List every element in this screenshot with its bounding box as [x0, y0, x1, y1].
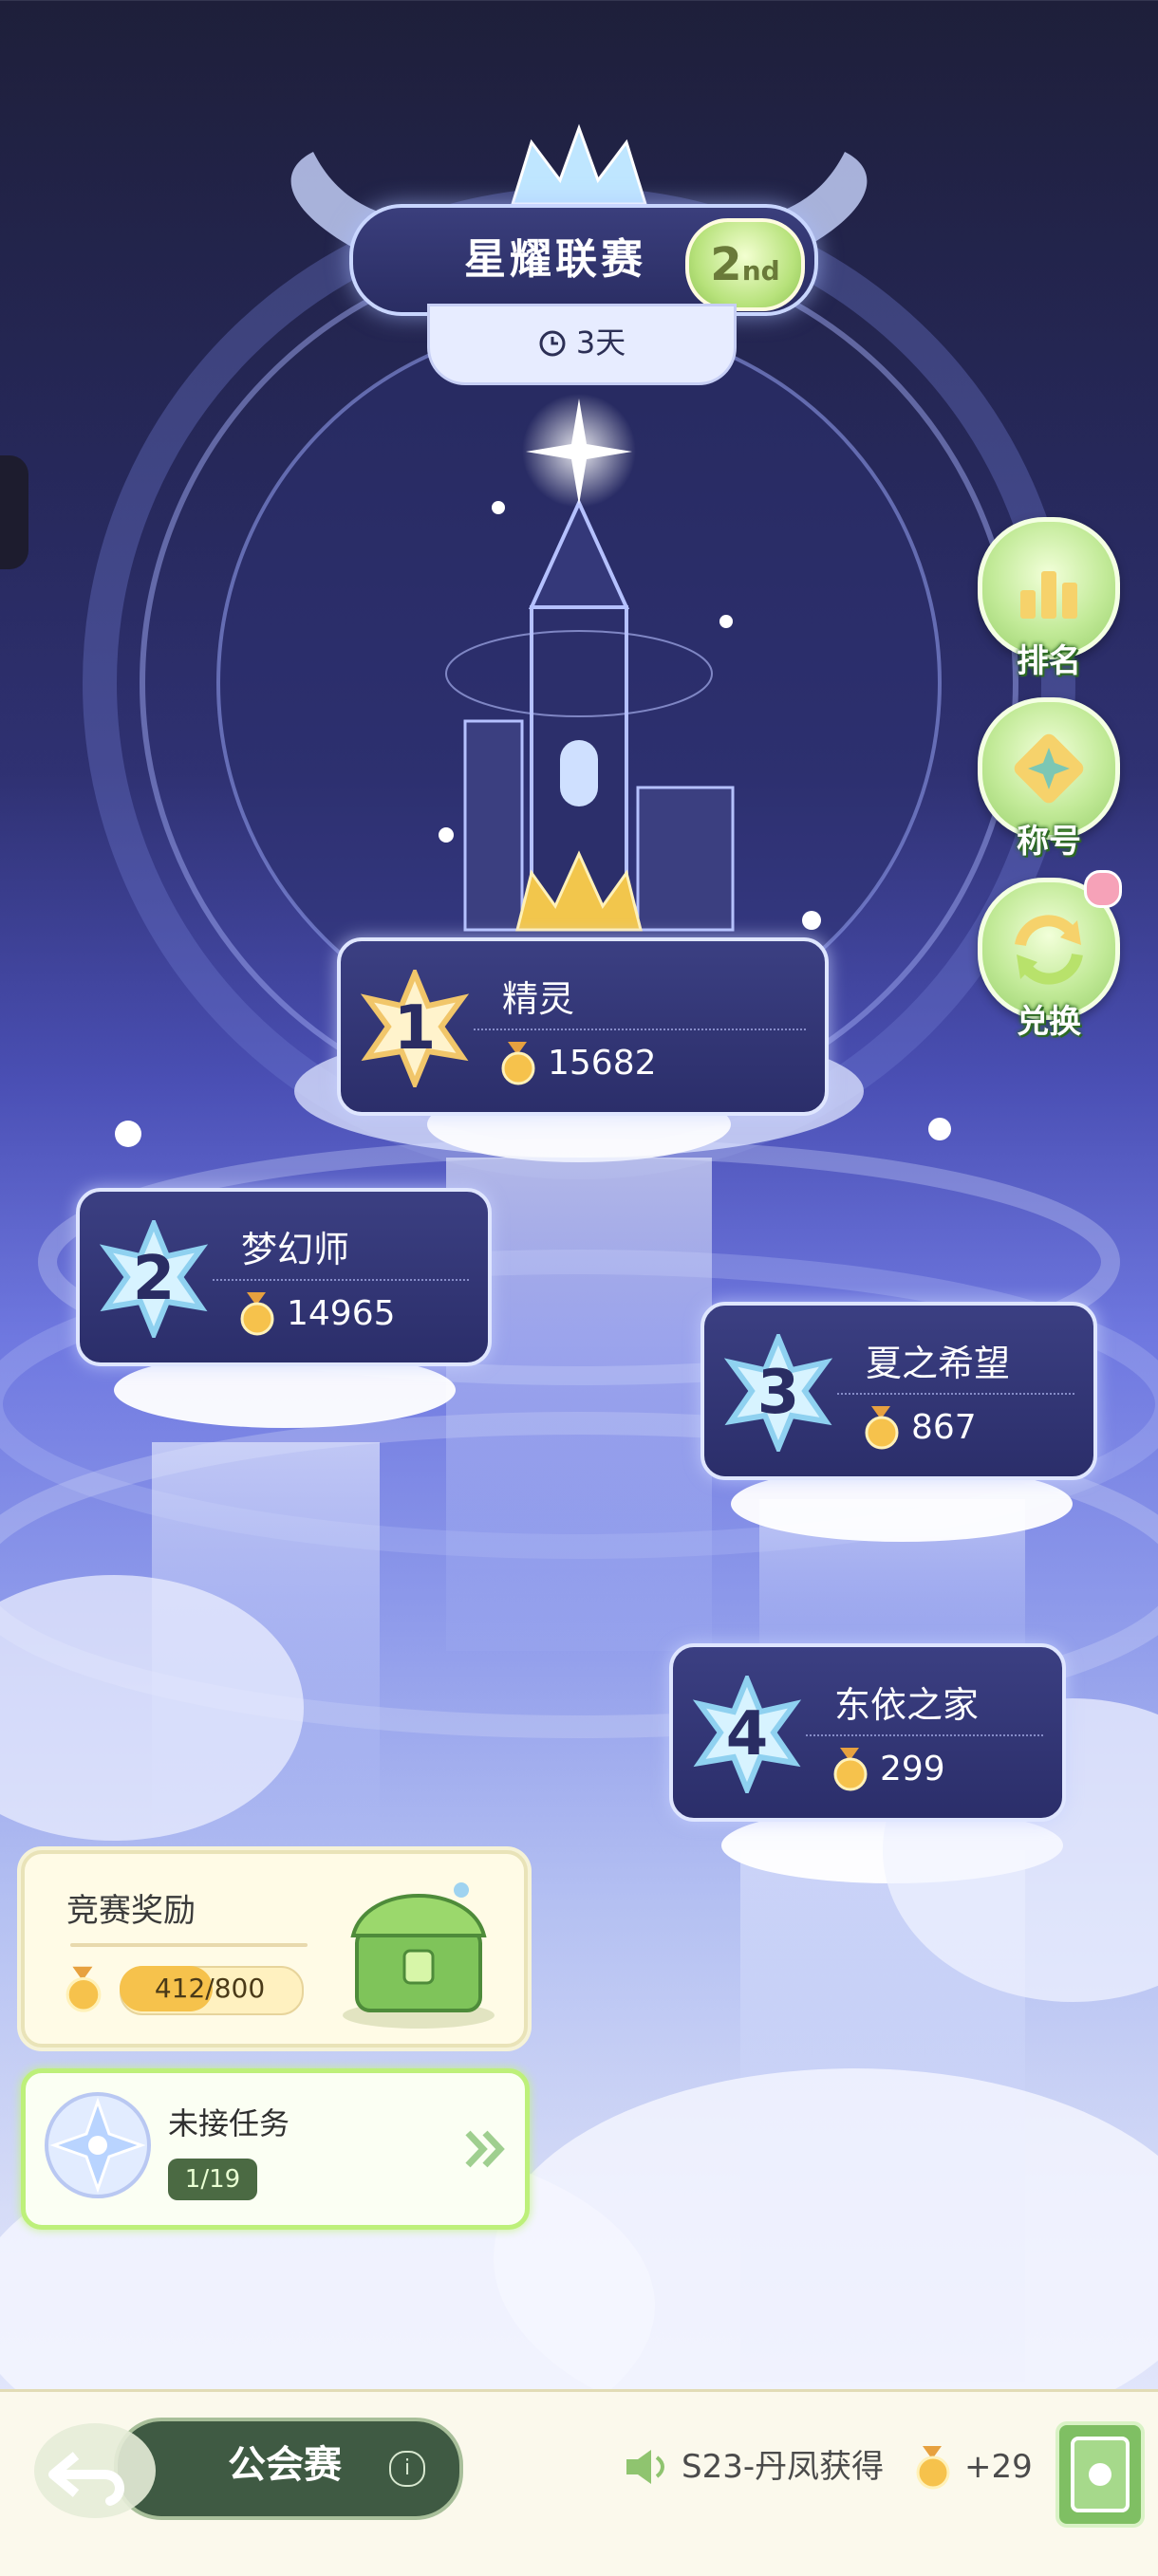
reward-progress-text: 412/800 [154, 1973, 266, 2004]
rank-card-1[interactable]: 1 精灵 15682 [337, 937, 829, 1116]
medal-icon [65, 1966, 102, 2012]
book-icon [1071, 2437, 1130, 2512]
rank-card-3[interactable]: 3 夏之希望 867 [700, 1302, 1097, 1480]
pending-task-card[interactable]: 未接任务 1/19 [21, 2068, 530, 2230]
title-label: 称号 [1017, 823, 1081, 861]
timer-tab: 3天 [427, 304, 737, 385]
rank-number: 4 [725, 1699, 769, 1770]
medal-icon [240, 1292, 274, 1336]
task-count: 1/19 [184, 2165, 241, 2194]
rank-number: 1 [393, 993, 437, 1064]
title-button[interactable]: 称号 [978, 697, 1120, 862]
reward-title: 竞赛奖励 [66, 1892, 196, 1930]
divider [837, 1393, 1074, 1395]
double-chevron-right-icon [465, 2130, 505, 2168]
divider [213, 1279, 469, 1281]
divider [474, 1029, 806, 1030]
timer-text: 3天 [575, 324, 626, 361]
handbook-button[interactable] [1055, 2421, 1145, 2528]
speaker-icon [626, 2450, 664, 2484]
rank-number: 3 [756, 1358, 800, 1428]
medal-icon [916, 2446, 950, 2490]
competition-reward-card[interactable]: 竞赛奖励 412/800 [21, 1850, 528, 2048]
guild-name: 精灵 [502, 978, 575, 1020]
side-drawer-handle[interactable] [0, 455, 28, 569]
guild-name: 东依之家 [834, 1684, 980, 1726]
task-count-badge: 1/19 [168, 2159, 257, 2200]
task-title: 未接任务 [168, 2105, 290, 2141]
back-arrow-icon[interactable] [19, 2410, 161, 2524]
guild-match-label: 公会赛 [228, 2443, 342, 2487]
scene: 星耀联赛 2nd 3天 排名 称号 兑换 1 精灵 15682 2 梦幻师 14… [0, 0, 1158, 2576]
ranking-label: 排名 [1017, 642, 1081, 680]
medal-icon [833, 1748, 868, 1791]
guild-score: 15682 [548, 1044, 657, 1083]
guild-name: 夏之希望 [866, 1343, 1011, 1384]
reward-chest-icon [343, 1882, 495, 2029]
divider [806, 1734, 1043, 1736]
guild-score: 867 [911, 1408, 977, 1447]
broadcast-text: S23-丹凤获得 [682, 2448, 885, 2486]
exchange-label: 兑换 [1017, 1003, 1081, 1041]
rank-card-4[interactable]: 4 东依之家 299 [669, 1643, 1066, 1822]
medal-icon [865, 1406, 899, 1450]
guild-score: 299 [880, 1750, 945, 1788]
reward-divider [70, 1943, 308, 1947]
broadcast-reward: +29 [964, 2448, 1033, 2486]
season-number: 2 [710, 238, 742, 291]
guild-score: 14965 [287, 1294, 396, 1333]
clock-icon [539, 330, 566, 357]
medal-icon [501, 1042, 535, 1085]
flower-notification-icon [1084, 870, 1122, 908]
ranking-button[interactable]: 排名 [978, 517, 1120, 681]
info-icon[interactable]: i [389, 2451, 425, 2487]
guild-name: 梦幻师 [241, 1229, 350, 1270]
season-suffix: nd [741, 255, 780, 287]
task-crystal-icon [45, 2092, 151, 2198]
rank-card-2[interactable]: 2 梦幻师 14965 [76, 1188, 492, 1366]
exchange-button[interactable]: 兑换 [978, 870, 1122, 1042]
rank-number: 2 [132, 1244, 176, 1314]
season-badge: 2nd [685, 218, 805, 311]
